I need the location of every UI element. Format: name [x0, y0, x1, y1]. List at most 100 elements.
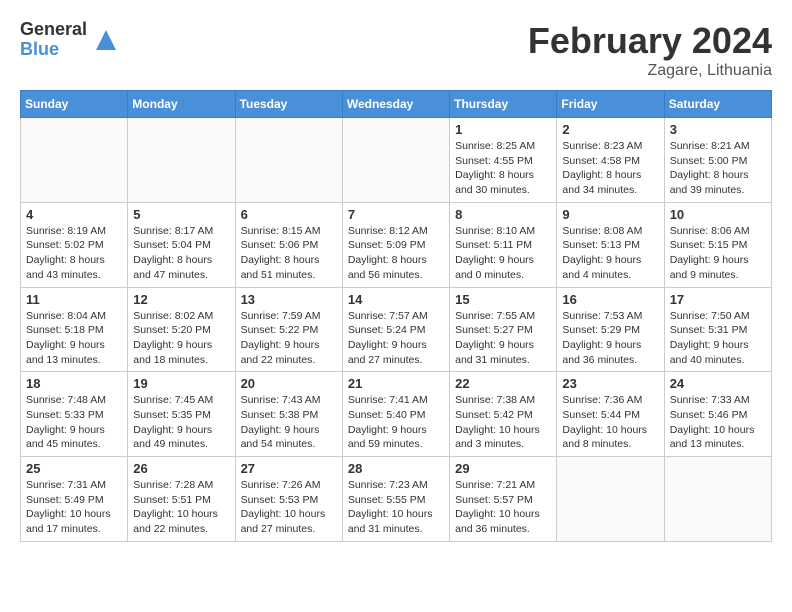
calendar-cell: 24 Sunrise: 7:33 AM Sunset: 5:46 PM Dayli… — [664, 372, 771, 457]
logo-icon — [91, 25, 121, 55]
day-info: Sunrise: 8:25 AM Sunset: 4:55 PM Dayligh… — [455, 139, 551, 198]
day-number: 7 — [348, 207, 444, 222]
calendar-table: SundayMondayTuesdayWednesdayThursdayFrid… — [20, 90, 772, 542]
calendar-week-row: 4 Sunrise: 8:19 AM Sunset: 5:02 PM Daylig… — [21, 202, 772, 287]
day-info: Sunrise: 7:36 AM Sunset: 5:44 PM Dayligh… — [562, 393, 658, 452]
day-info: Sunrise: 7:38 AM Sunset: 5:42 PM Dayligh… — [455, 393, 551, 452]
day-number: 23 — [562, 376, 658, 391]
day-number: 4 — [26, 207, 122, 222]
day-info: Sunrise: 8:10 AM Sunset: 5:11 PM Dayligh… — [455, 224, 551, 283]
calendar-cell: 26 Sunrise: 7:28 AM Sunset: 5:51 PM Dayli… — [128, 457, 235, 542]
day-number: 5 — [133, 207, 229, 222]
calendar-cell: 17 Sunrise: 7:50 AM Sunset: 5:31 PM Dayli… — [664, 287, 771, 372]
day-info: Sunrise: 8:12 AM Sunset: 5:09 PM Dayligh… — [348, 224, 444, 283]
day-number: 20 — [241, 376, 337, 391]
weekday-header: Sunday — [21, 91, 128, 118]
calendar-cell: 3 Sunrise: 8:21 AM Sunset: 5:00 PM Daylig… — [664, 118, 771, 203]
day-number: 15 — [455, 292, 551, 307]
weekday-header: Saturday — [664, 91, 771, 118]
calendar-week-row: 1Sunrise: 8:25 AM Sunset: 4:55 PM Daylig… — [21, 118, 772, 203]
calendar-cell: 16 Sunrise: 7:53 AM Sunset: 5:29 PM Dayli… — [557, 287, 664, 372]
weekday-header: Thursday — [450, 91, 557, 118]
title-block: February 2024 Zagare, Lithuania — [528, 20, 772, 80]
calendar-cell: 18 Sunrise: 7:48 AM Sunset: 5:33 PM Dayli… — [21, 372, 128, 457]
calendar-cell: 11 Sunrise: 8:04 AM Sunset: 5:18 PM Dayli… — [21, 287, 128, 372]
day-number: 22 — [455, 376, 551, 391]
day-info: Sunrise: 8:21 AM Sunset: 5:00 PM Dayligh… — [670, 139, 766, 198]
calendar-cell — [557, 457, 664, 542]
calendar-cell: 19 Sunrise: 7:45 AM Sunset: 5:35 PM Dayli… — [128, 372, 235, 457]
calendar-cell: 12Sunrise: 8:02 AM Sunset: 5:20 PM Dayli… — [128, 287, 235, 372]
calendar-cell: 23 Sunrise: 7:36 AM Sunset: 5:44 PM Dayli… — [557, 372, 664, 457]
day-info: Sunrise: 7:43 AM Sunset: 5:38 PM Dayligh… — [241, 393, 337, 452]
day-info: Sunrise: 7:48 AM Sunset: 5:33 PM Dayligh… — [26, 393, 122, 452]
day-info: Sunrise: 8:19 AM Sunset: 5:02 PM Dayligh… — [26, 224, 122, 283]
day-number: 21 — [348, 376, 444, 391]
day-info: Sunrise: 7:59 AM Sunset: 5:22 PM Dayligh… — [241, 309, 337, 368]
weekday-header: Tuesday — [235, 91, 342, 118]
weekday-header: Wednesday — [342, 91, 449, 118]
day-info: Sunrise: 7:33 AM Sunset: 5:46 PM Dayligh… — [670, 393, 766, 452]
logo: General Blue — [20, 20, 121, 60]
day-number: 17 — [670, 292, 766, 307]
calendar-cell: 7 Sunrise: 8:12 AM Sunset: 5:09 PM Daylig… — [342, 202, 449, 287]
day-info: Sunrise: 7:50 AM Sunset: 5:31 PM Dayligh… — [670, 309, 766, 368]
day-number: 3 — [670, 122, 766, 137]
calendar-cell: 28 Sunrise: 7:23 AM Sunset: 5:55 PM Dayli… — [342, 457, 449, 542]
calendar-cell: 21 Sunrise: 7:41 AM Sunset: 5:40 PM Dayli… — [342, 372, 449, 457]
day-info: Sunrise: 8:08 AM Sunset: 5:13 PM Dayligh… — [562, 224, 658, 283]
day-info: Sunrise: 7:45 AM Sunset: 5:35 PM Dayligh… — [133, 393, 229, 452]
calendar-week-row: 11 Sunrise: 8:04 AM Sunset: 5:18 PM Dayli… — [21, 287, 772, 372]
calendar-cell: 1Sunrise: 8:25 AM Sunset: 4:55 PM Daylig… — [450, 118, 557, 203]
calendar-cell: 6 Sunrise: 8:15 AM Sunset: 5:06 PM Daylig… — [235, 202, 342, 287]
day-info: Sunrise: 8:04 AM Sunset: 5:18 PM Dayligh… — [26, 309, 122, 368]
calendar-cell: 20 Sunrise: 7:43 AM Sunset: 5:38 PM Dayli… — [235, 372, 342, 457]
day-number: 6 — [241, 207, 337, 222]
day-number: 14 — [348, 292, 444, 307]
calendar-cell — [21, 118, 128, 203]
calendar-cell: 25Sunrise: 7:31 AM Sunset: 5:49 PM Dayli… — [21, 457, 128, 542]
day-info: Sunrise: 8:23 AM Sunset: 4:58 PM Dayligh… — [562, 139, 658, 198]
day-number: 18 — [26, 376, 122, 391]
logo-blue-text: Blue — [20, 40, 87, 60]
day-number: 26 — [133, 461, 229, 476]
month-year-title: February 2024 — [528, 20, 772, 62]
day-info: Sunrise: 7:26 AM Sunset: 5:53 PM Dayligh… — [241, 478, 337, 537]
day-info: Sunrise: 7:28 AM Sunset: 5:51 PM Dayligh… — [133, 478, 229, 537]
calendar-cell: 22 Sunrise: 7:38 AM Sunset: 5:42 PM Dayli… — [450, 372, 557, 457]
calendar-cell: 14Sunrise: 7:57 AM Sunset: 5:24 PM Dayli… — [342, 287, 449, 372]
day-info: Sunrise: 8:15 AM Sunset: 5:06 PM Dayligh… — [241, 224, 337, 283]
day-info: Sunrise: 7:23 AM Sunset: 5:55 PM Dayligh… — [348, 478, 444, 537]
day-info: Sunrise: 7:41 AM Sunset: 5:40 PM Dayligh… — [348, 393, 444, 452]
day-number: 12 — [133, 292, 229, 307]
calendar-cell: 2 Sunrise: 8:23 AM Sunset: 4:58 PM Daylig… — [557, 118, 664, 203]
day-number: 9 — [562, 207, 658, 222]
day-number: 24 — [670, 376, 766, 391]
day-info: Sunrise: 7:21 AM Sunset: 5:57 PM Dayligh… — [455, 478, 551, 537]
calendar-cell: 5 Sunrise: 8:17 AM Sunset: 5:04 PM Daylig… — [128, 202, 235, 287]
day-info: Sunrise: 8:06 AM Sunset: 5:15 PM Dayligh… — [670, 224, 766, 283]
day-number: 13 — [241, 292, 337, 307]
day-number: 28 — [348, 461, 444, 476]
calendar-cell — [235, 118, 342, 203]
location-subtitle: Zagare, Lithuania — [528, 62, 772, 80]
calendar-week-row: 18 Sunrise: 7:48 AM Sunset: 5:33 PM Dayli… — [21, 372, 772, 457]
weekday-header: Monday — [128, 91, 235, 118]
weekday-header: Friday — [557, 91, 664, 118]
calendar-cell: 10Sunrise: 8:06 AM Sunset: 5:15 PM Dayli… — [664, 202, 771, 287]
day-number: 27 — [241, 461, 337, 476]
calendar-cell: 29Sunrise: 7:21 AM Sunset: 5:57 PM Dayli… — [450, 457, 557, 542]
calendar-cell: 15Sunrise: 7:55 AM Sunset: 5:27 PM Dayli… — [450, 287, 557, 372]
calendar-cell: 8Sunrise: 8:10 AM Sunset: 5:11 PM Daylig… — [450, 202, 557, 287]
day-number: 25 — [26, 461, 122, 476]
calendar-cell: 27 Sunrise: 7:26 AM Sunset: 5:53 PM Dayli… — [235, 457, 342, 542]
day-info: Sunrise: 8:17 AM Sunset: 5:04 PM Dayligh… — [133, 224, 229, 283]
calendar-cell: 13 Sunrise: 7:59 AM Sunset: 5:22 PM Dayli… — [235, 287, 342, 372]
page-header: General Blue February 2024 Zagare, Lithu… — [20, 20, 772, 80]
calendar-header-row: SundayMondayTuesdayWednesdayThursdayFrid… — [21, 91, 772, 118]
day-number: 16 — [562, 292, 658, 307]
day-number: 19 — [133, 376, 229, 391]
day-number: 11 — [26, 292, 122, 307]
day-info: Sunrise: 7:53 AM Sunset: 5:29 PM Dayligh… — [562, 309, 658, 368]
day-number: 2 — [562, 122, 658, 137]
